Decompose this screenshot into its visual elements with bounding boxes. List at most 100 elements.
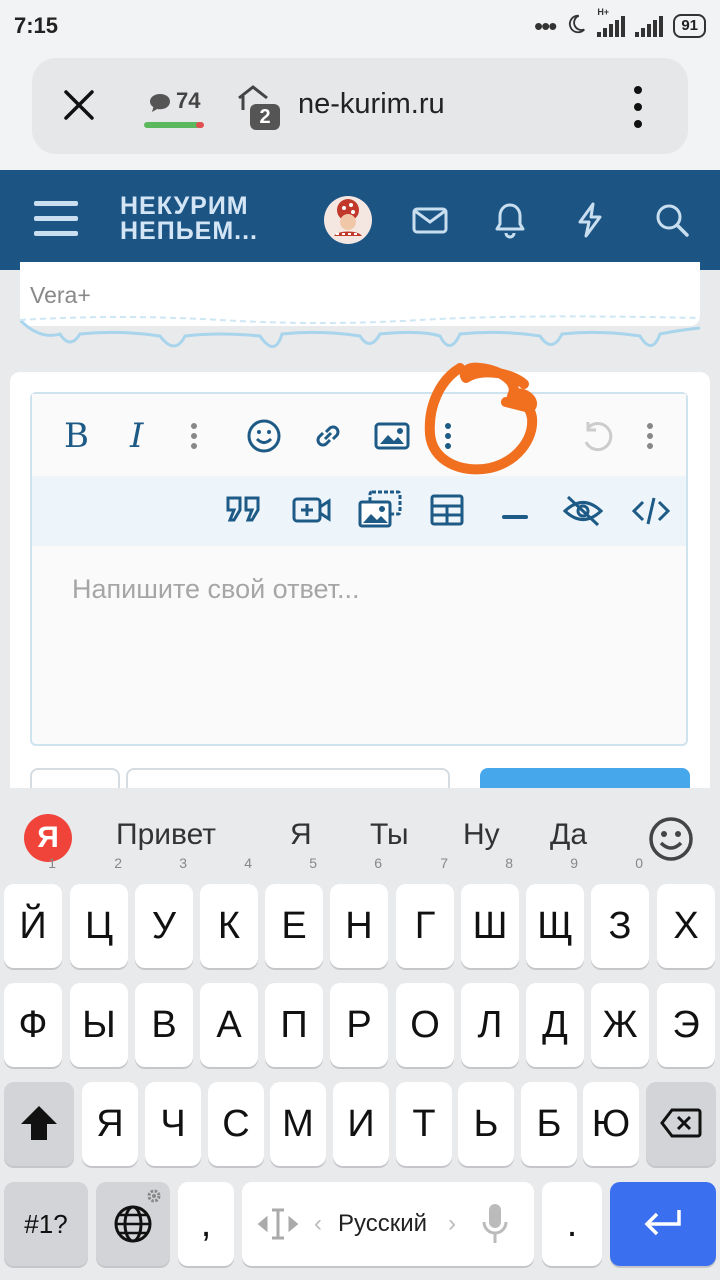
more-actions-icon[interactable] (646, 422, 654, 455)
key[interactable]: Б (521, 1082, 577, 1166)
shield-count: 2 (250, 104, 280, 130)
shield-icon[interactable]: 2 (236, 84, 282, 130)
browser-toolbar: 74 2 ne-kurim.ru (0, 52, 720, 170)
status-bar: 7:15 ••• H+ 91 (0, 0, 720, 52)
moon-icon (565, 13, 587, 40)
signal-icon: H+ (597, 7, 626, 37)
logo-line-1: НЕКУРИМ (120, 192, 249, 220)
network-type: H+ (597, 7, 610, 17)
symbols-key[interactable]: #1? (4, 1182, 88, 1266)
period-key[interactable]: . (542, 1182, 602, 1266)
suggestion-item[interactable]: Ну (463, 818, 500, 852)
reply-textarea[interactable]: Напишите свой ответ... (72, 574, 360, 605)
url-text[interactable]: ne-kurim.ru (298, 88, 445, 121)
emoji-icon[interactable] (246, 418, 282, 459)
key[interactable]: А (200, 983, 258, 1067)
key[interactable]: Ч (145, 1082, 201, 1166)
quote-icon[interactable] (224, 492, 264, 531)
close-icon[interactable] (62, 88, 96, 127)
status-time: 7:15 (14, 13, 59, 38)
gallery-icon[interactable] (358, 490, 402, 533)
icicles-decoration (20, 315, 700, 348)
chevron-left-icon: ‹ (314, 1210, 322, 1237)
key[interactable]: Л (461, 983, 519, 1067)
bold-button[interactable]: B (64, 416, 89, 456)
shift-arrow-icon (21, 1106, 57, 1140)
comments-counter[interactable]: 74 (144, 88, 208, 128)
key[interactable]: 3У (135, 856, 193, 968)
video-icon[interactable] (292, 494, 332, 531)
key[interactable]: Ы (70, 983, 128, 1067)
key[interactable]: Ф (4, 983, 62, 1067)
address-bar[interactable]: 74 2 ne-kurim.ru (32, 58, 688, 154)
suggestion-bar: Я (0, 788, 720, 884)
key[interactable]: П (265, 983, 323, 1067)
backspace-key[interactable] (646, 1082, 716, 1166)
key[interactable]: 5Е (265, 856, 323, 968)
key[interactable]: В (135, 983, 193, 1067)
key[interactable]: 6Н (330, 856, 388, 968)
horizontal-rule-icon[interactable] (502, 508, 528, 526)
italic-button[interactable]: I (130, 416, 143, 456)
logo-line-2: НЕПЬЕМ... (120, 217, 259, 245)
comments-count: 74 (176, 88, 201, 113)
space-language-label: Русский (338, 1210, 428, 1237)
status-icons: ••• H+ 91 (534, 7, 706, 40)
key[interactable]: Ь (458, 1082, 514, 1166)
key[interactable]: 1Й (4, 856, 62, 968)
search-icon[interactable] (652, 200, 692, 240)
key[interactable]: Д (526, 983, 584, 1067)
code-icon[interactable] (631, 494, 671, 533)
key[interactable]: Х (657, 884, 715, 968)
link-icon[interactable] (310, 418, 346, 459)
lightning-icon[interactable] (570, 200, 610, 240)
image-icon[interactable] (374, 420, 410, 457)
suggestion-item[interactable]: Да (550, 818, 587, 852)
chevron-right-icon: › (448, 1210, 456, 1237)
site-header: НЕКУРИМ НЕПЬЕМ... (0, 170, 720, 270)
key[interactable]: 2Ц (70, 856, 128, 968)
key[interactable]: О (396, 983, 454, 1067)
suggestion-item[interactable]: Привет (116, 818, 216, 852)
comma-key[interactable]: , (178, 1182, 234, 1266)
key[interactable]: С (208, 1082, 264, 1166)
key[interactable]: 4К (200, 856, 258, 968)
emoji-keyboard-icon[interactable] (648, 816, 694, 867)
menu-kebab-icon[interactable] (632, 84, 644, 135)
key[interactable]: Ж (591, 983, 649, 1067)
key[interactable]: Э (657, 983, 715, 1067)
signal-icon-2 (635, 15, 664, 37)
editor-toolbar-secondary (32, 476, 686, 546)
suggestion-item[interactable]: Я (290, 818, 312, 852)
bell-icon[interactable] (490, 200, 530, 240)
key[interactable]: Я (82, 1082, 138, 1166)
key[interactable]: Р (330, 983, 388, 1067)
editor-toolbar-primary: B I (32, 394, 686, 476)
language-key[interactable] (96, 1182, 170, 1266)
key[interactable]: 0З (591, 856, 649, 968)
more-formatting-icon[interactable] (190, 422, 198, 455)
highlight-annotation (424, 362, 538, 475)
key[interactable]: Ю (583, 1082, 639, 1166)
table-icon[interactable] (430, 494, 464, 531)
mail-icon[interactable] (410, 200, 450, 240)
space-key[interactable]: ‹ Русский › (242, 1182, 534, 1266)
cursor-move-icon (257, 1208, 299, 1240)
key[interactable]: 9Щ (526, 856, 584, 968)
key[interactable]: 7Г (396, 856, 454, 968)
key[interactable]: Т (396, 1082, 452, 1166)
undo-icon[interactable] (578, 418, 614, 459)
enter-arrow-icon (644, 1210, 681, 1236)
suggestion-item[interactable]: Ты (370, 818, 409, 852)
avatar[interactable] (324, 196, 372, 244)
battery-indicator: 91 (673, 14, 706, 38)
key[interactable]: И (333, 1082, 389, 1166)
spoiler-hidden-icon[interactable] (562, 494, 604, 533)
site-logo[interactable]: НЕКУРИМ НЕПЬЕМ... (120, 194, 258, 244)
hamburger-menu-icon[interactable] (34, 198, 78, 242)
shift-key[interactable] (4, 1082, 74, 1166)
globe-icon (114, 1205, 152, 1243)
key[interactable]: 8Ш (461, 856, 519, 968)
key[interactable]: М (270, 1082, 326, 1166)
enter-key[interactable] (610, 1182, 716, 1266)
